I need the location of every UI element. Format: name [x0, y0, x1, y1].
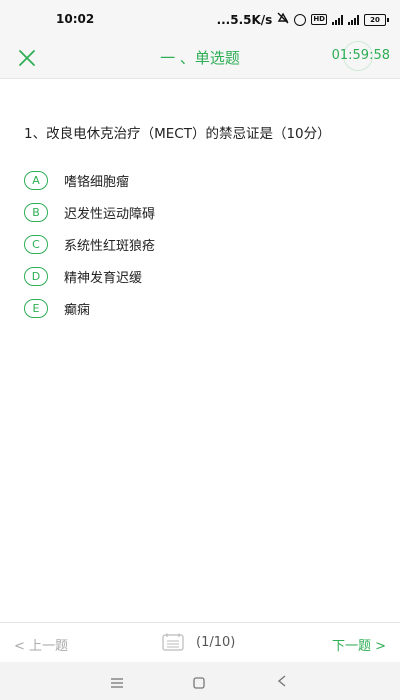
do-not-disturb-icon — [277, 12, 289, 27]
option-letter: D — [24, 266, 48, 286]
signal-icon-2 — [348, 14, 359, 25]
question-progress: (1/10) — [196, 635, 236, 650]
network-speed: ...5.5K/s — [216, 12, 273, 27]
nav-menu-button[interactable] — [110, 674, 124, 688]
answer-sheet-icon — [162, 633, 184, 651]
option-letter: C — [24, 234, 48, 254]
answer-sheet-button[interactable] — [162, 633, 184, 651]
signal-icon — [332, 14, 343, 25]
system-nav-bar — [0, 662, 400, 700]
status-indicators: ...5.5K/s HD 20 — [216, 12, 389, 27]
nav-back-button[interactable] — [276, 673, 288, 687]
top-bar: 一 、单选题 01:59:58 — [0, 38, 400, 79]
battery-icon: 20 — [364, 13, 389, 26]
question-nav-bar: < 上一题 (1/10) 下一题 > — [0, 622, 400, 663]
home-icon — [193, 677, 205, 689]
nav-home-button[interactable] — [193, 674, 205, 689]
option-a[interactable]: A 嗜铬细胞瘤 — [24, 164, 155, 196]
option-text: 系统性红斑狼疮 — [64, 238, 156, 254]
status-time: 10:02 — [56, 12, 95, 26]
option-b[interactable]: B 迟发性运动障碍 — [24, 196, 155, 228]
menu-icon — [111, 678, 123, 688]
alarm-icon — [294, 13, 307, 26]
option-text: 癫痫 — [64, 302, 91, 318]
option-text: 迟发性运动障碍 — [64, 206, 156, 222]
question-text: 1、改良电休克治疗（MECT）的禁忌证是（10分） — [24, 126, 331, 142]
option-c[interactable]: C 系统性红斑狼疮 — [24, 228, 155, 260]
back-icon — [277, 675, 286, 687]
hd-icon: HD — [311, 14, 327, 25]
option-d[interactable]: D 精神发育迟缓 — [24, 260, 155, 292]
option-text: 精神发育迟缓 — [64, 270, 143, 286]
option-e[interactable]: E 癫痫 — [24, 292, 155, 324]
options-list: A 嗜铬细胞瘤 B 迟发性运动障碍 C 系统性红斑狼疮 D 精神发育迟缓 E 癫… — [24, 164, 155, 324]
next-question-button[interactable]: 下一题 > — [332, 635, 386, 654]
countdown-timer: 01:59:58 — [331, 48, 390, 63]
option-letter: B — [24, 202, 48, 222]
prev-question-button[interactable]: < 上一题 — [14, 635, 68, 654]
option-letter: E — [24, 298, 48, 318]
option-letter: A — [24, 170, 48, 190]
status-bar: 10:02 ...5.5K/s HD 20 — [0, 0, 400, 38]
option-text: 嗜铬细胞瘤 — [64, 174, 130, 190]
